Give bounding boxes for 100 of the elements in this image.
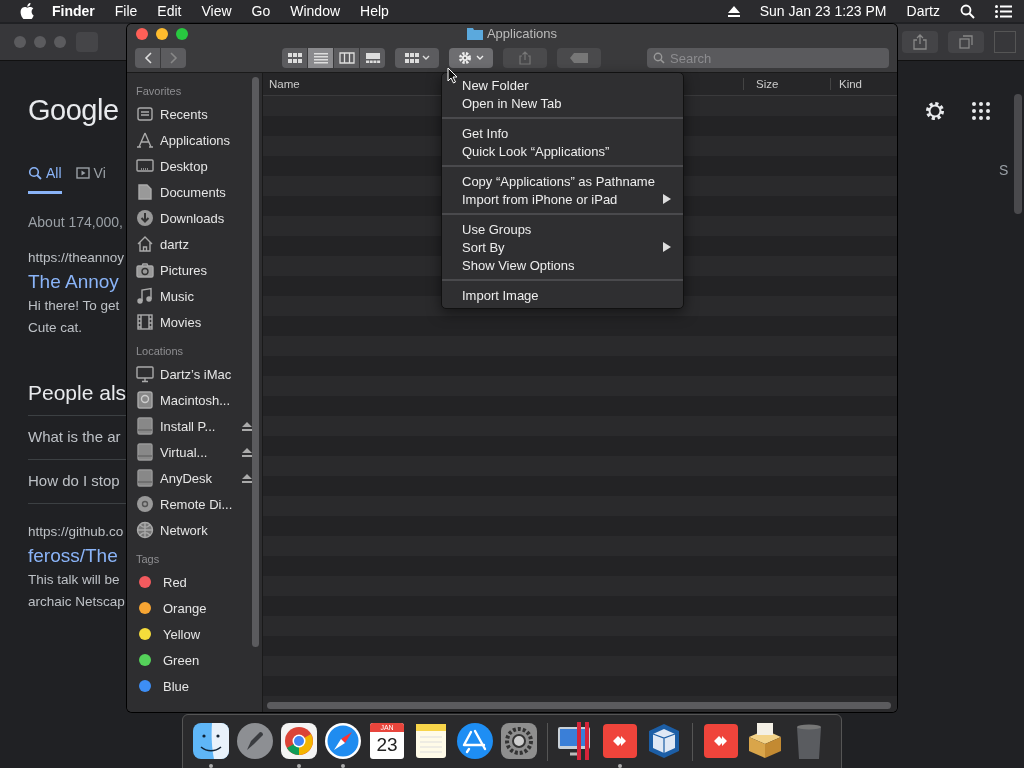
column-header[interactable]: Kind — [830, 78, 897, 90]
sidebar-item[interactable]: Red — [136, 569, 252, 595]
list-icon — [312, 52, 329, 64]
sidebar-item[interactable]: Yellow — [136, 621, 252, 647]
menu-item[interactable]: Go — [251, 3, 271, 19]
menu-item[interactable]: New Folder — [442, 76, 683, 94]
drive-icon — [136, 417, 154, 435]
folder-icon — [466, 27, 483, 40]
sidebar-item[interactable]: Virtual... — [136, 439, 252, 465]
share-icon — [913, 34, 927, 50]
menu-item[interactable]: Sort By — [442, 238, 683, 256]
result-url: https://theannoy — [28, 250, 126, 265]
menu-item[interactable]: Use Groups — [442, 220, 683, 238]
scroll-bar[interactable] — [267, 702, 891, 709]
close-button[interactable] — [136, 28, 148, 40]
action-button[interactable] — [449, 48, 493, 68]
camera-icon — [136, 261, 154, 279]
play-icon — [75, 166, 90, 180]
sidebar-item[interactable]: Macintosh... — [136, 387, 252, 413]
menu-item[interactable]: Open in New Tab — [442, 94, 683, 112]
result-snippet: Hi there! To get — [28, 297, 121, 315]
scroll-bar[interactable] — [1014, 94, 1022, 214]
apps-grid-icon[interactable] — [972, 102, 990, 120]
face-icon[interactable] — [191, 721, 231, 761]
sidebar-item[interactable]: AnyDesk — [136, 465, 252, 491]
eject-icon[interactable] — [242, 421, 252, 431]
sidebar-item[interactable]: Pictures — [136, 257, 252, 283]
menu-item[interactable]: Help — [360, 3, 389, 19]
eject-icon[interactable] — [727, 5, 740, 17]
result-count: About 174,000, — [28, 214, 124, 230]
result-title-link[interactable]: feross/The — [28, 545, 127, 567]
film-icon — [136, 313, 154, 331]
result-snippet: This talk will be — [28, 571, 121, 589]
eject-icon[interactable] — [242, 473, 252, 483]
list-icon[interactable] — [995, 4, 1012, 18]
google-logo[interactable]: Google — [28, 94, 127, 127]
grid-icon — [286, 52, 303, 64]
search-tab[interactable]: Vi — [75, 165, 106, 194]
menu-item[interactable]: Window — [290, 3, 341, 19]
sidebar-item[interactable]: Blue — [136, 673, 252, 699]
apps-icon — [136, 131, 154, 149]
menu-item[interactable]: Quick Look “Applications” — [442, 142, 683, 160]
apple-icon[interactable] — [20, 3, 34, 19]
sidebar-item[interactable]: Remote Di... — [136, 491, 252, 517]
menu-item[interactable]: Copy “Applications” as Pathname — [442, 172, 683, 190]
search-tab[interactable]: All — [28, 165, 62, 194]
view-button[interactable] — [308, 48, 333, 68]
sidebar-item[interactable]: Movies — [136, 309, 252, 335]
desktop-icon — [136, 157, 154, 175]
sidebar-item[interactable]: Recents — [136, 101, 252, 127]
sidebar-item[interactable]: Documents — [136, 179, 252, 205]
chevron-left-icon — [143, 52, 152, 64]
scroll-bar[interactable] — [252, 77, 259, 647]
eject-icon[interactable] — [242, 447, 252, 457]
settings-icon[interactable] — [924, 100, 946, 122]
sidebar-item[interactable]: Applications — [136, 127, 252, 153]
house-icon — [136, 235, 154, 253]
columns-icon — [338, 52, 355, 64]
menu-item[interactable]: Finder — [52, 3, 95, 19]
view-button[interactable] — [282, 48, 307, 68]
sidebar-item[interactable]: Desktop — [136, 153, 252, 179]
gear-icon — [458, 51, 484, 65]
view-button[interactable] — [360, 48, 385, 68]
tab-label[interactable]: S — [999, 162, 1009, 178]
share-icon — [519, 51, 531, 65]
column-header[interactable]: Size — [743, 78, 830, 90]
compass-icon[interactable] — [323, 721, 363, 761]
menu-item[interactable]: Import from iPhone or iPad — [442, 190, 683, 208]
sidebar-item[interactable]: Dartz’s iMac — [136, 361, 252, 387]
gear-icon[interactable] — [499, 721, 539, 761]
result-title-link[interactable]: The Annoy — [28, 271, 127, 293]
sidebar-item[interactable]: dartz — [136, 231, 252, 257]
view-button[interactable] — [334, 48, 359, 68]
sidebar-item[interactable]: Downloads — [136, 205, 252, 231]
menu-item[interactable]: Show View Options — [442, 256, 683, 274]
drive-icon — [136, 469, 154, 487]
menu-item[interactable]: Get Info — [442, 124, 683, 142]
disc-icon — [136, 495, 154, 513]
sidebar-item[interactable]: Network — [136, 517, 252, 543]
app-store-icon[interactable] — [455, 721, 495, 761]
user-name[interactable]: Dartz — [906, 3, 940, 19]
sidebar-item[interactable]: Green — [136, 647, 252, 673]
minimize-button[interactable] — [156, 28, 168, 40]
sidebar-item[interactable]: Orange — [136, 595, 252, 621]
search-icon — [28, 166, 42, 180]
clock-text[interactable]: Sun Jan 23 1:23 PM — [759, 3, 887, 19]
menu-item[interactable]: File — [114, 3, 138, 19]
sidebar-item[interactable]: Music — [136, 283, 252, 309]
chrome-icon[interactable] — [279, 721, 319, 761]
result-snippet: archaic Netscap — [28, 593, 126, 611]
result-url: https://github.co — [28, 524, 125, 539]
group-button[interactable] — [395, 48, 439, 68]
zoom-button[interactable] — [176, 28, 188, 40]
menu-item[interactable]: Edit — [157, 3, 182, 19]
menu-item[interactable]: Import Image — [442, 286, 683, 304]
window-title: Applications — [486, 26, 558, 41]
tabs-icon — [959, 35, 973, 49]
menu-item[interactable]: View — [201, 3, 232, 19]
sidebar-item[interactable]: Install P... — [136, 413, 252, 439]
search-icon[interactable] — [960, 3, 975, 19]
